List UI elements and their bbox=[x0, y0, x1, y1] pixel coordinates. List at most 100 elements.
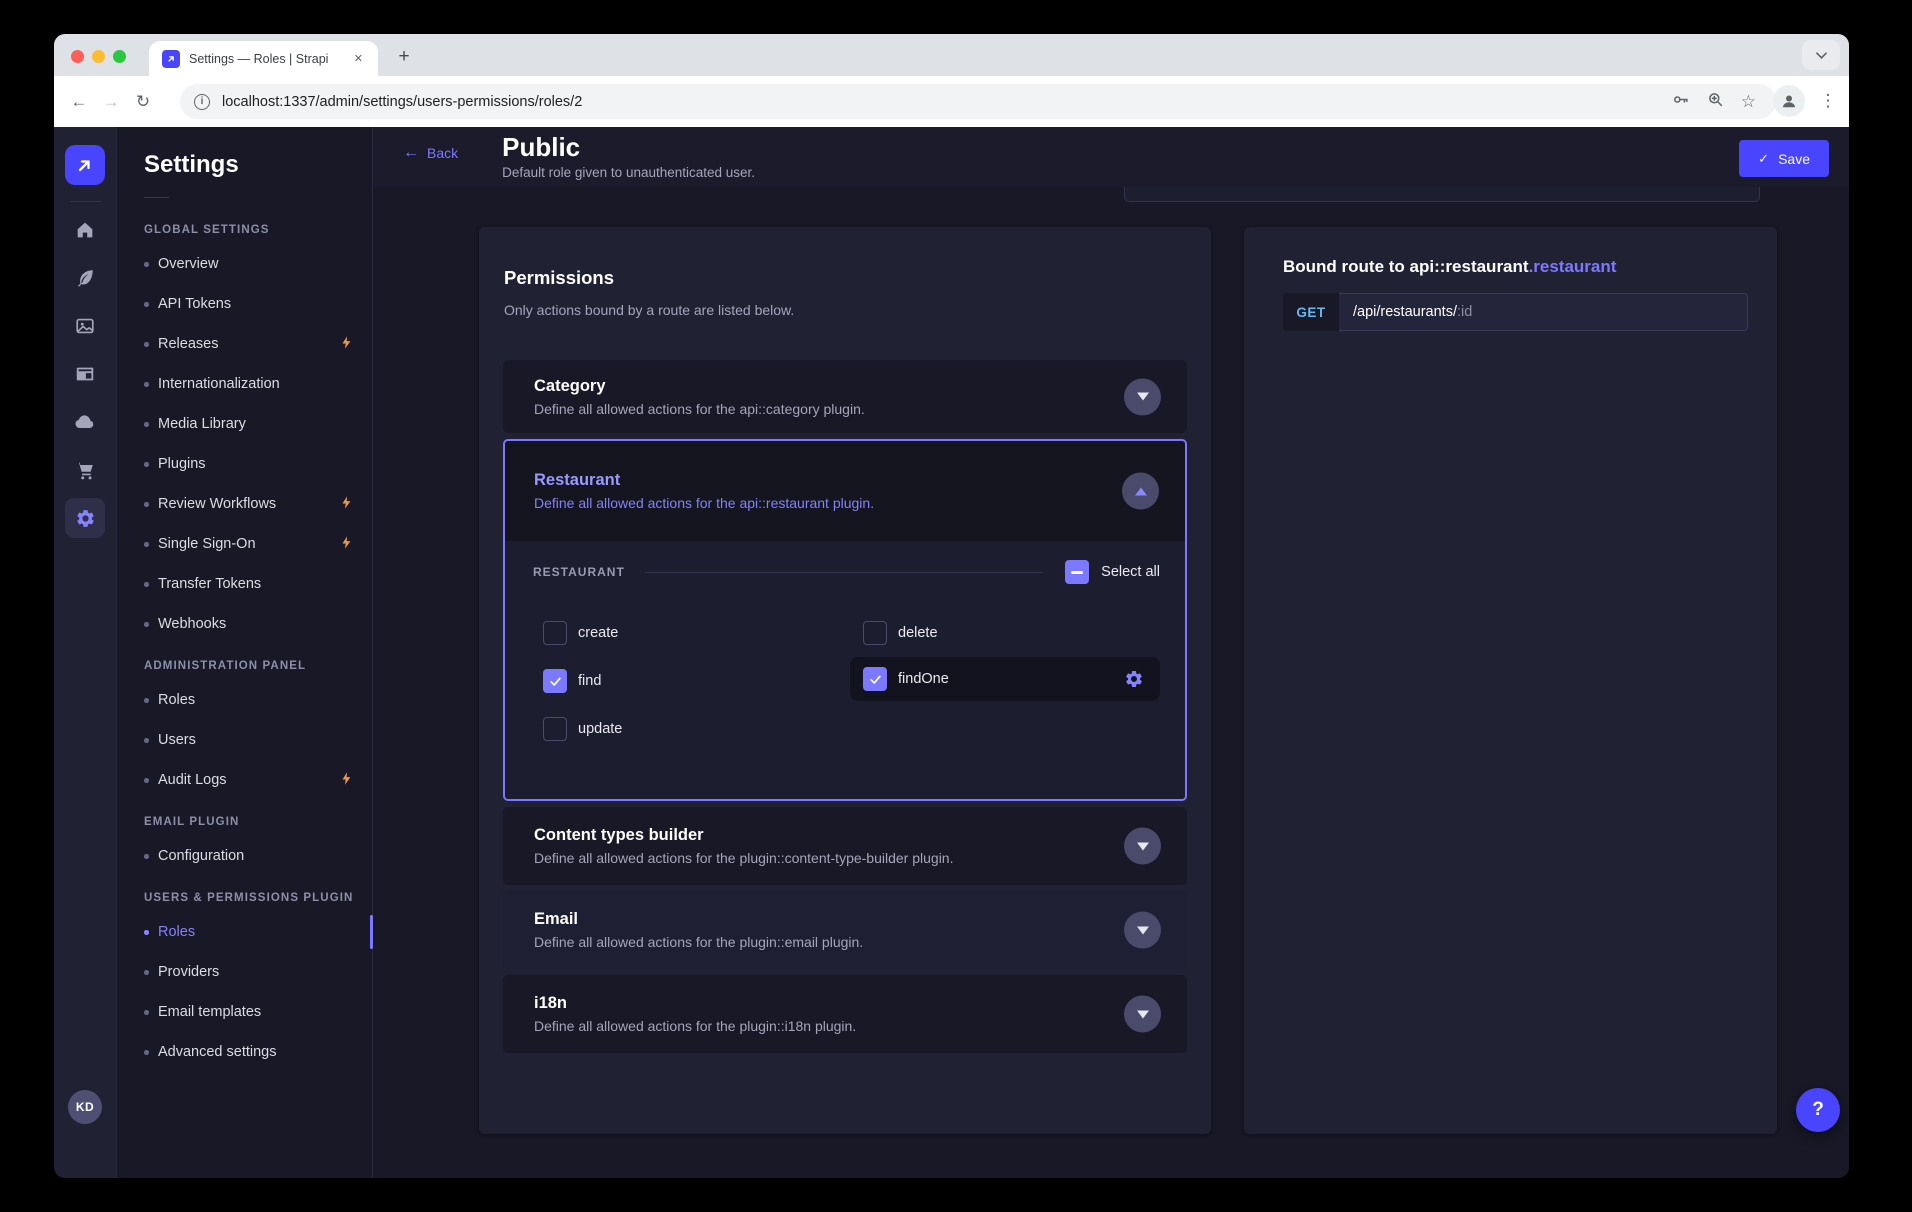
back-nav-icon[interactable]: ← bbox=[63, 86, 95, 118]
chevron-down-icon bbox=[1137, 842, 1149, 850]
restaurant-section-label: RESTAURANT bbox=[533, 565, 625, 579]
minimize-window-button[interactable] bbox=[92, 50, 105, 63]
strapi-admin: KD Settings GLOBAL SETTINGS Overview API… bbox=[54, 127, 1849, 1178]
subnav-item-audit-logs[interactable]: Audit Logs bbox=[117, 760, 372, 800]
close-tab-icon[interactable]: ✕ bbox=[349, 49, 368, 68]
permissions-subtitle: Only actions bound by a route are listed… bbox=[504, 302, 1187, 318]
tab-search-chevron-icon[interactable] bbox=[1802, 40, 1840, 70]
subnav-item-plugins[interactable]: Plugins bbox=[117, 444, 372, 484]
expand-caret-button[interactable] bbox=[1124, 378, 1161, 415]
reload-icon[interactable]: ↻ bbox=[127, 86, 159, 118]
select-all-checkbox[interactable] bbox=[1065, 560, 1089, 584]
browser-window: Settings — Roles | Strapi ✕ + ← → ↻ i lo… bbox=[54, 34, 1849, 1178]
lightning-icon bbox=[339, 771, 354, 790]
accordion-category[interactable]: Category Define all allowed actions for … bbox=[503, 360, 1187, 433]
select-all-control[interactable]: Select all bbox=[1065, 560, 1160, 584]
section-label-users-permissions: USERS & PERMISSIONS PLUGIN bbox=[117, 876, 372, 912]
subnav-item-email-templates[interactable]: Email templates bbox=[117, 992, 372, 1032]
section-label-global: GLOBAL SETTINGS bbox=[117, 208, 372, 244]
browser-profile-icon[interactable] bbox=[1773, 85, 1805, 117]
subnav-item-webhooks[interactable]: Webhooks bbox=[117, 604, 372, 644]
zoom-window-button[interactable] bbox=[113, 50, 126, 63]
browser-menu-icon[interactable]: ⋮ bbox=[1819, 91, 1837, 111]
nav-home-icon[interactable] bbox=[54, 206, 116, 254]
strapi-favicon-icon bbox=[162, 50, 180, 68]
nav-content-type-builder-icon[interactable] bbox=[54, 350, 116, 398]
site-info-icon[interactable]: i bbox=[194, 94, 210, 110]
help-button[interactable]: ? bbox=[1796, 1088, 1840, 1132]
subnav-item-providers[interactable]: Providers bbox=[117, 952, 372, 992]
find-checkbox[interactable] bbox=[543, 669, 567, 693]
subnav-item-media-library[interactable]: Media Library bbox=[117, 404, 372, 444]
bullet-icon bbox=[144, 422, 149, 427]
permission-delete[interactable]: delete bbox=[863, 621, 938, 645]
address-bar[interactable]: i localhost:1337/admin/settings/users-pe… bbox=[180, 84, 1776, 119]
zoom-in-icon[interactable] bbox=[1706, 90, 1725, 114]
subnav-item-email-configuration[interactable]: Configuration bbox=[117, 836, 372, 876]
back-link[interactable]: ← Back bbox=[403, 145, 458, 161]
permission-findone-row[interactable]: findOne bbox=[850, 657, 1160, 701]
update-checkbox[interactable] bbox=[543, 717, 567, 741]
lightning-icon bbox=[339, 335, 354, 354]
subnav-item-transfer-tokens[interactable]: Transfer Tokens bbox=[117, 564, 372, 604]
nav-content-manager-icon[interactable] bbox=[54, 254, 116, 302]
expand-caret-button[interactable] bbox=[1124, 912, 1161, 949]
user-avatar[interactable]: KD bbox=[68, 1090, 102, 1124]
close-window-button[interactable] bbox=[71, 50, 84, 63]
page-header: ← Back Public Default role given to unau… bbox=[373, 127, 1849, 187]
lightning-icon bbox=[339, 495, 354, 514]
rail-divider bbox=[70, 201, 101, 202]
url-text: localhost:1337/admin/settings/users-perm… bbox=[222, 94, 1671, 110]
subnav-item-admin-roles[interactable]: Roles bbox=[117, 680, 372, 720]
permissions-title: Permissions bbox=[504, 267, 1187, 289]
subnav-item-internationalization[interactable]: Internationalization bbox=[117, 364, 372, 404]
collapse-caret-button[interactable] bbox=[1122, 473, 1159, 510]
bullet-icon bbox=[144, 970, 149, 975]
description-field-partial[interactable] bbox=[1124, 187, 1760, 202]
subnav-item-releases[interactable]: Releases bbox=[117, 324, 372, 364]
new-tab-button[interactable]: + bbox=[390, 43, 418, 71]
bullet-icon bbox=[144, 382, 149, 387]
subnav-item-admin-users[interactable]: Users bbox=[117, 720, 372, 760]
subnav-item-overview[interactable]: Overview bbox=[117, 244, 372, 284]
nav-media-library-icon[interactable] bbox=[54, 302, 116, 350]
create-checkbox[interactable] bbox=[543, 621, 567, 645]
permission-create[interactable]: create bbox=[543, 621, 618, 645]
settings-gear-icon[interactable] bbox=[65, 498, 105, 538]
bookmark-star-icon[interactable]: ☆ bbox=[1741, 93, 1756, 110]
bullet-icon bbox=[144, 582, 149, 587]
findone-checkbox[interactable] bbox=[863, 667, 887, 691]
save-button[interactable]: ✓ Save bbox=[1739, 140, 1829, 177]
subnav-item-advanced-settings[interactable]: Advanced settings bbox=[117, 1032, 372, 1072]
permission-update[interactable]: update bbox=[543, 717, 622, 741]
bullet-icon bbox=[144, 262, 149, 267]
nav-settings-item[interactable] bbox=[54, 494, 116, 542]
password-key-icon[interactable] bbox=[1671, 90, 1690, 114]
permission-find[interactable]: find bbox=[543, 669, 601, 693]
browser-tab[interactable]: Settings — Roles | Strapi ✕ bbox=[149, 41, 378, 76]
nav-strapi-cloud-icon[interactable] bbox=[54, 398, 116, 446]
back-arrow-icon: ← bbox=[403, 145, 419, 161]
chevron-down-icon bbox=[1137, 926, 1149, 934]
strapi-logo-icon[interactable] bbox=[65, 145, 105, 185]
expand-caret-button[interactable] bbox=[1124, 828, 1161, 865]
accordion-restaurant-header[interactable]: Restaurant Define all allowed actions fo… bbox=[505, 441, 1185, 541]
nav-marketplace-icon[interactable] bbox=[54, 446, 116, 494]
bullet-icon bbox=[144, 930, 149, 935]
http-method-badge: GET bbox=[1283, 293, 1339, 331]
accordion-content-types-builder[interactable]: Content types builder Define all allowed… bbox=[503, 807, 1187, 885]
subnav-title: Settings bbox=[117, 151, 372, 179]
subnav-item-review-workflows[interactable]: Review Workflows bbox=[117, 484, 372, 524]
bullet-icon bbox=[144, 854, 149, 859]
subnav-item-up-roles[interactable]: Roles bbox=[117, 912, 372, 952]
subnav-item-api-tokens[interactable]: API Tokens bbox=[117, 284, 372, 324]
accordion-i18n[interactable]: i18n Define all allowed actions for the … bbox=[503, 975, 1187, 1053]
delete-checkbox[interactable] bbox=[863, 621, 887, 645]
accordion-email[interactable]: Email Define all allowed actions for the… bbox=[503, 891, 1187, 969]
scroll-area: Permissions Only actions bound by a rout… bbox=[373, 187, 1849, 1178]
findone-settings-gear-icon[interactable] bbox=[1124, 669, 1144, 689]
tab-strip: Settings — Roles | Strapi ✕ + bbox=[54, 34, 1849, 76]
subnav-divider bbox=[144, 197, 169, 198]
subnav-item-single-sign-on[interactable]: Single Sign-On bbox=[117, 524, 372, 564]
expand-caret-button[interactable] bbox=[1124, 996, 1161, 1033]
